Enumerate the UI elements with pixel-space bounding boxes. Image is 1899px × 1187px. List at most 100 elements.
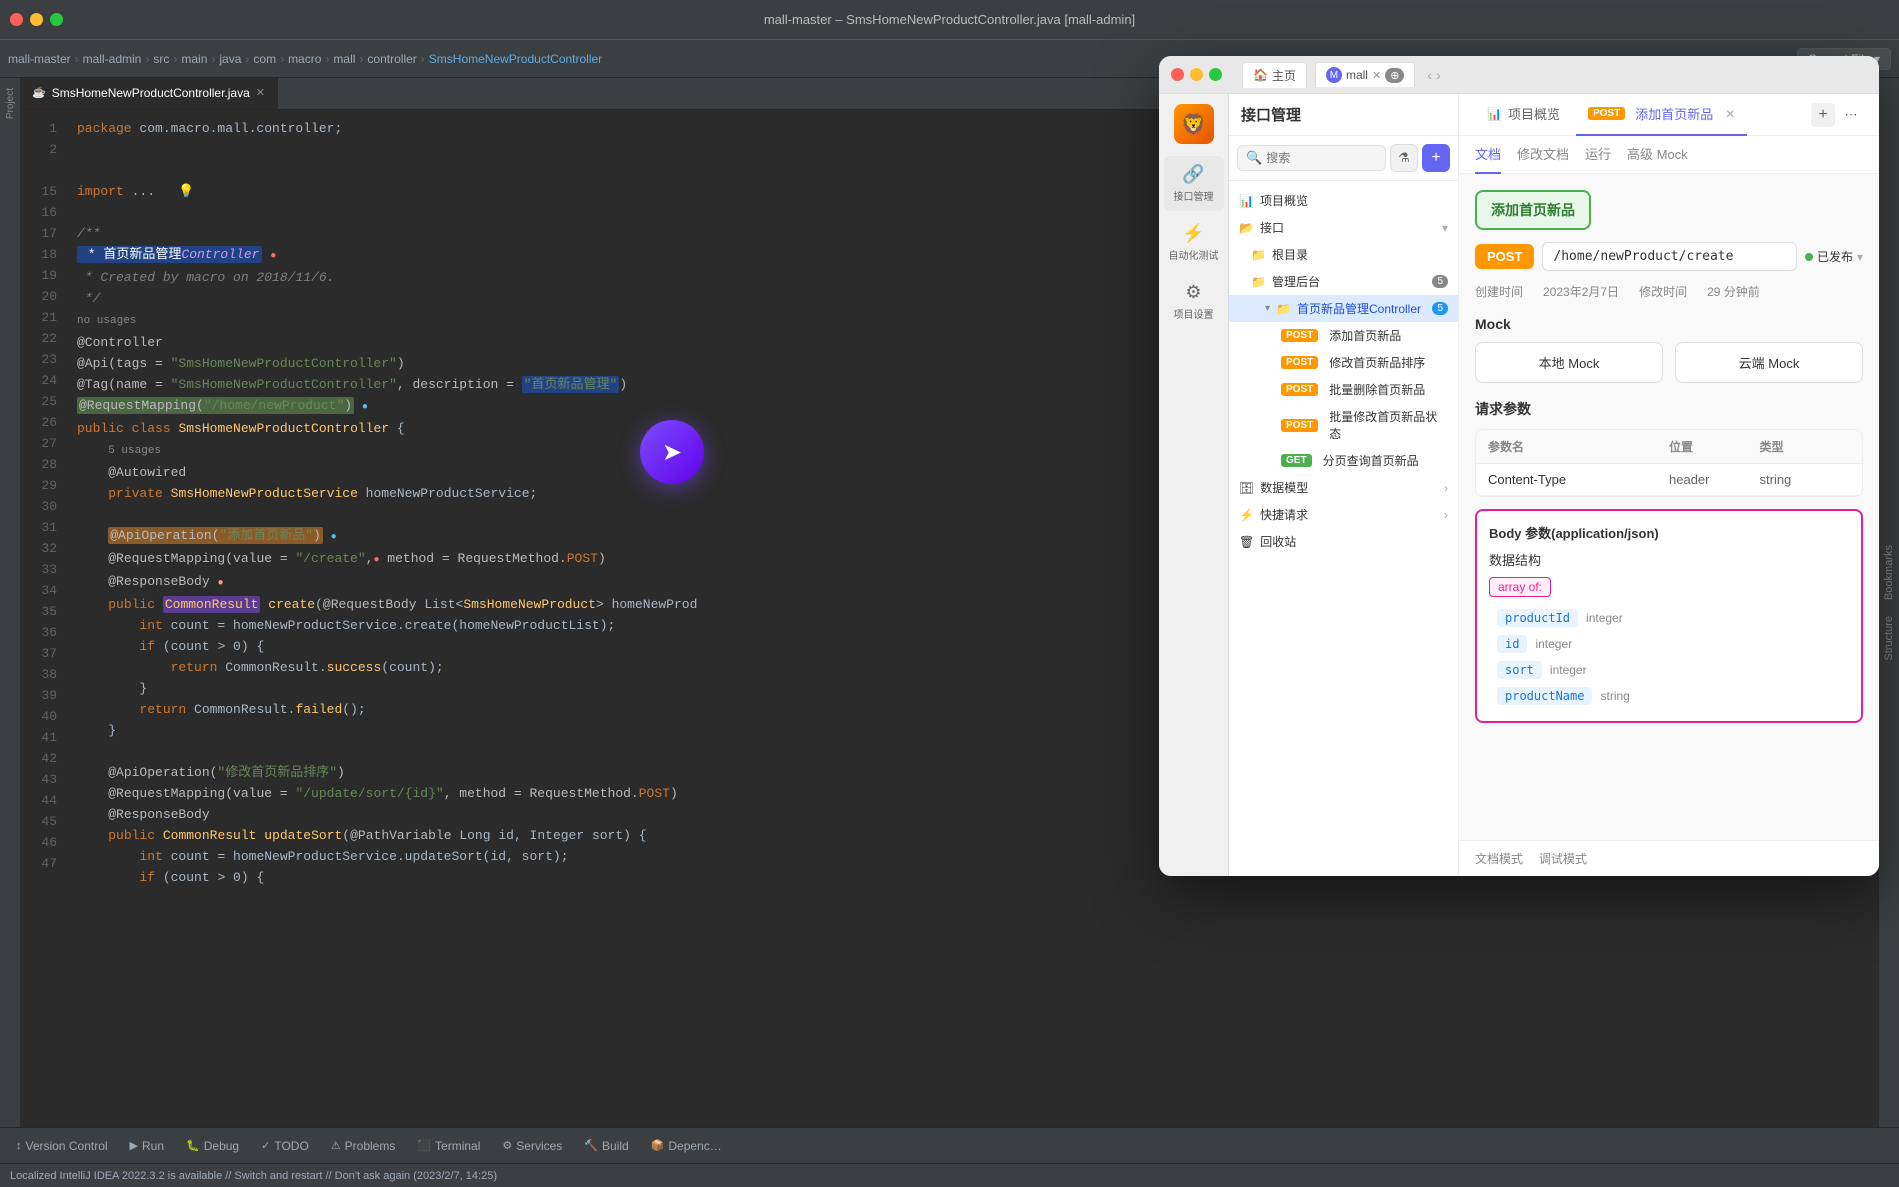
run-btn[interactable]: ▶ Run [124, 1136, 170, 1156]
terminal-label: Terminal [435, 1139, 480, 1153]
maximize-button[interactable] [50, 13, 63, 26]
titlebar: mall-master – SmsHomeNewProductControlle… [0, 0, 1899, 40]
problems-icon: ⚠ [331, 1139, 341, 1152]
panel-close-dot[interactable] [1171, 68, 1184, 81]
structure-tab[interactable]: Structure [1880, 608, 1898, 669]
nav-item-sort[interactable]: POST 修改首页新品排序 [1229, 349, 1458, 376]
detail-tab-add-product[interactable]: POST 添加首页新品 ✕ [1576, 94, 1747, 136]
problems-label: Problems [345, 1139, 396, 1153]
subtab-edit-doc[interactable]: 修改文档 [1517, 136, 1569, 174]
detail-more-btn[interactable]: ⋯ [1839, 103, 1863, 127]
nav-filter-btn[interactable]: ⚗ [1390, 144, 1418, 172]
nav-overview-label: 项目概览 [1260, 192, 1308, 209]
search-icon: 🔍 [1246, 150, 1262, 166]
nav-item-quick-req[interactable]: ⚡ 快捷请求 › [1229, 501, 1458, 528]
subtab-doc[interactable]: 文档 [1475, 136, 1501, 174]
breadcrumb-mall-admin[interactable]: mall-admin [83, 52, 142, 66]
status-indicator: 已发布 ▾ [1805, 248, 1863, 265]
nav-item-api-group[interactable]: 📂 接口 ▾ [1229, 214, 1458, 241]
breadcrumb-mall[interactable]: mall [333, 52, 355, 66]
cloud-mock-btn[interactable]: 云端 Mock [1675, 342, 1863, 383]
nav-item-status[interactable]: POST 批量修改首页新品状态 [1229, 403, 1458, 447]
panel-window-controls[interactable] [1171, 68, 1222, 81]
breadcrumb-controller[interactable]: controller [367, 52, 416, 66]
breadcrumb-macro[interactable]: macro [288, 52, 321, 66]
panel-tab-mall-close[interactable]: ✕ [1372, 69, 1381, 82]
problems-btn[interactable]: ⚠ Problems [325, 1136, 402, 1156]
col-header-type: 类型 [1760, 438, 1851, 455]
todo-icon: ✓ [261, 1139, 270, 1152]
version-control-btn[interactable]: ↕ Version Control [10, 1136, 114, 1156]
panel-tab-mall[interactable]: M mall ✕ ⊕ [1315, 62, 1415, 87]
minimize-button[interactable] [30, 13, 43, 26]
detail-new-tab-btn[interactable]: + [1811, 103, 1835, 127]
panel-maximize-dot[interactable] [1209, 68, 1222, 81]
todo-btn[interactable]: ✓ TODO [255, 1136, 315, 1156]
nav-item-root[interactable]: 📁 根目录 [1229, 241, 1458, 268]
subtab-advanced-mock[interactable]: 高级 Mock [1627, 136, 1688, 174]
window-title: mall-master – SmsHomeNewProductControlle… [764, 12, 1135, 27]
panel-forward-btn[interactable]: › [1436, 67, 1441, 83]
breadcrumb-java[interactable]: java [219, 52, 241, 66]
field-type-id: integer [1535, 637, 1572, 651]
nav-item-data-model[interactable]: 🗄 数据模型 › [1229, 474, 1458, 501]
statusbar: Localized IntelliJ IDEA 2022.3.2 is avai… [0, 1163, 1899, 1187]
field-name-productId: productId [1497, 609, 1578, 627]
bookmarks-tab[interactable]: Bookmarks [1880, 537, 1898, 608]
debug-label: Debug [204, 1139, 239, 1153]
breadcrumb-src[interactable]: src [153, 52, 169, 66]
debug-btn[interactable]: 🐛 Debug [180, 1136, 245, 1156]
search-input[interactable] [1266, 151, 1377, 165]
nav-item-add[interactable]: POST 添加首页新品 [1229, 322, 1458, 349]
debug-mode-tab[interactable]: 调试模式 [1539, 850, 1587, 867]
nav-item-query[interactable]: GET 分页查询首页新品 [1229, 447, 1458, 474]
search-box[interactable]: 🔍 [1237, 145, 1386, 171]
data-model-icon: 🗄 [1239, 481, 1254, 495]
nav-item-controller[interactable]: ▾ 📁 首页新品管理Controller 5 [1229, 295, 1458, 322]
editor-tab-main[interactable]: ☕ SmsHomeNewProductController.java ✕ [20, 78, 278, 109]
detail-tab-overview[interactable]: 📊 项目概览 [1475, 94, 1572, 136]
nav-item-delete[interactable]: POST 批量删除首页新品 [1229, 376, 1458, 403]
schema-mode-tab[interactable]: 文档模式 [1475, 850, 1523, 867]
breadcrumb-mall-master[interactable]: mall-master [8, 52, 71, 66]
detail-tab-close[interactable]: ✕ [1725, 107, 1735, 121]
terminal-btn[interactable]: ⬛ Terminal [411, 1136, 486, 1156]
breadcrumb-class[interactable]: SmsHomeNewProductController [429, 52, 602, 66]
nav-search-row: 🔍 ⚗ + [1229, 136, 1458, 181]
field-id: id integer [1489, 631, 1849, 657]
array-of-badge: array of: [1489, 577, 1551, 597]
nav-item-trash[interactable]: 🗑 回收站 [1229, 528, 1458, 555]
local-mock-btn[interactable]: 本地 Mock [1475, 342, 1663, 383]
sidebar-autotest-label: 自动化测试 [1169, 247, 1219, 262]
project-label[interactable]: Project [5, 84, 16, 123]
sidebar-item-api[interactable]: 🔗 接口管理 [1164, 156, 1224, 211]
quick-req-icon: ⚡ [1239, 508, 1254, 522]
home-icon: 🏠 [1253, 68, 1268, 82]
build-btn[interactable]: 🔨 Build [578, 1136, 634, 1156]
panel-minimize-dot[interactable] [1190, 68, 1203, 81]
close-button[interactable] [10, 13, 23, 26]
api-group-arrow: ▾ [1442, 221, 1448, 235]
panel-back-btn[interactable]: ‹ [1427, 67, 1432, 83]
sidebar-item-settings[interactable]: ⚙ 项目设置 [1164, 274, 1224, 329]
status-dropdown-icon[interactable]: ▾ [1857, 250, 1863, 264]
root-folder-icon: 📁 [1251, 248, 1266, 262]
services-btn[interactable]: ⚙ Services [496, 1136, 568, 1156]
panel-tab-home[interactable]: 🏠 主页 [1242, 62, 1307, 88]
editor-tab-close[interactable]: ✕ [256, 86, 265, 99]
services-label: Services [516, 1139, 562, 1153]
breadcrumb-com[interactable]: com [253, 52, 276, 66]
terminal-icon: ⬛ [417, 1139, 431, 1152]
sidebar-item-autotest[interactable]: ⚡ 自动化测试 [1164, 215, 1224, 270]
subtab-run[interactable]: 运行 [1585, 136, 1611, 174]
nav-add-btn[interactable]: + [1422, 144, 1450, 172]
fab[interactable]: ➤ [640, 420, 704, 484]
nav-item-overview[interactable]: 📊 项目概览 [1229, 187, 1458, 214]
body-section: Body 参数(application/json) 数据结构 array of:… [1475, 509, 1863, 723]
sidebar-api-label: 接口管理 [1174, 188, 1214, 203]
depend-btn[interactable]: 📦 Depenc… [645, 1136, 728, 1156]
breadcrumb-main[interactable]: main [181, 52, 207, 66]
detail-post-badge: POST [1588, 107, 1625, 120]
nav-item-admin[interactable]: 📁 管理后台 5 [1229, 268, 1458, 295]
window-controls[interactable] [10, 13, 63, 26]
